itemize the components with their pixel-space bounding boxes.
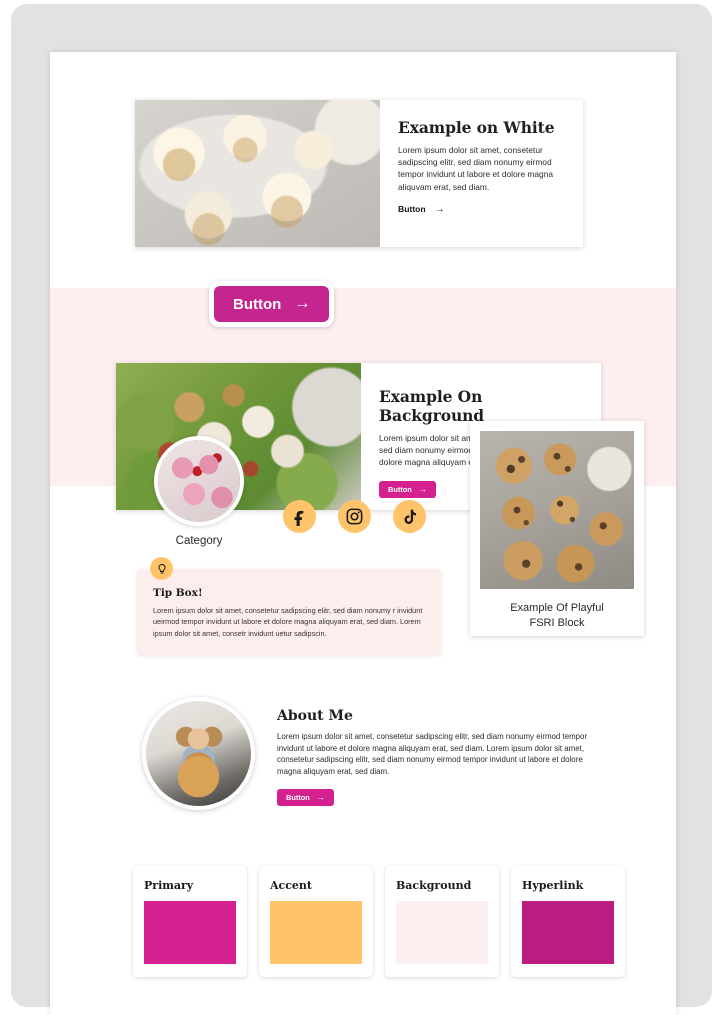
cookies-image (480, 431, 634, 589)
floating-primary-button-pill[interactable]: Button → (214, 286, 330, 322)
tiktok-icon[interactable] (393, 500, 426, 533)
about-body: About Me Lorem ipsum dolor sit amet, con… (277, 697, 592, 810)
cupcakes-image (135, 100, 380, 247)
facebook-icon[interactable] (283, 500, 316, 533)
swatch-primary-label: Primary (144, 879, 194, 892)
social-links (283, 500, 426, 533)
about-title: About Me (277, 708, 353, 724)
card-white-body: Example on White Lorem ipsum dolor sit a… (380, 100, 583, 247)
swatch-accent-label: Accent (270, 879, 313, 892)
category-avatar[interactable] (154, 436, 244, 526)
about-body-text: Lorem ipsum dolor sit amet, consetetur s… (277, 732, 588, 776)
about-me-section: About Me Lorem ipsum dolor sit amet, con… (142, 697, 592, 810)
fsri-caption: Example Of Playful FSRI Block (480, 601, 634, 631)
about-avatar (142, 697, 255, 810)
swatch-primary-chip (144, 901, 236, 964)
category-label: Category (175, 535, 223, 547)
card-white-title: Example on White (398, 118, 555, 137)
card-example-on-white: Example on White Lorem ipsum dolor sit a… (135, 100, 583, 247)
card-white-link-label: Button (398, 204, 426, 215)
card-bg-button[interactable]: Button → (379, 480, 436, 498)
card-bg-title: Example On Background (379, 387, 485, 425)
tip-box: Tip Box! Lorem ipsum dolor sit amet, con… (137, 557, 441, 655)
lightbulb-icon (150, 557, 173, 580)
arrow-right-icon: → (434, 203, 445, 215)
floating-primary-button[interactable]: Button → (209, 281, 335, 327)
swatch-hyperlink-chip (522, 901, 614, 964)
floating-button-label: Button (233, 295, 282, 313)
card-white-body-text: Lorem ipsum dolor sit amet, consetetur s… (398, 145, 554, 192)
swatch-hyperlink: Hyperlink (511, 866, 625, 977)
swatch-accent: Accent (259, 866, 373, 977)
instagram-icon[interactable] (338, 500, 371, 533)
swatch-background: Background (385, 866, 499, 977)
swatch-hyperlink-label: Hyperlink (522, 879, 584, 892)
style-guide-page: Example on White Lorem ipsum dolor sit a… (50, 52, 676, 1015)
fsri-caption-line1: Example Of Playful (510, 602, 604, 614)
swatch-background-chip (396, 901, 488, 964)
swatch-background-label: Background (396, 879, 472, 892)
tip-box-title: Tip Box! (153, 587, 203, 599)
about-button-label: Button (286, 793, 310, 803)
arrow-right-icon: → (316, 793, 325, 803)
arrow-right-icon: → (418, 484, 427, 494)
card-white-link-button[interactable]: Button → (398, 204, 569, 215)
color-swatch-row: Primary Accent Background Hyperlink (133, 866, 625, 977)
category-block[interactable]: Category (151, 436, 247, 547)
arrow-right-icon: → (294, 295, 311, 312)
swatch-accent-chip (270, 901, 362, 964)
fsri-caption-line2: FSRI Block (529, 617, 585, 629)
about-button[interactable]: Button → (277, 789, 334, 807)
swatch-primary: Primary (133, 866, 247, 977)
card-bg-button-label: Button (388, 484, 412, 494)
fsri-playful-block: Example Of Playful FSRI Block (470, 421, 644, 636)
tip-box-body: Lorem ipsum dolor sit amet, consetetur s… (153, 606, 423, 638)
